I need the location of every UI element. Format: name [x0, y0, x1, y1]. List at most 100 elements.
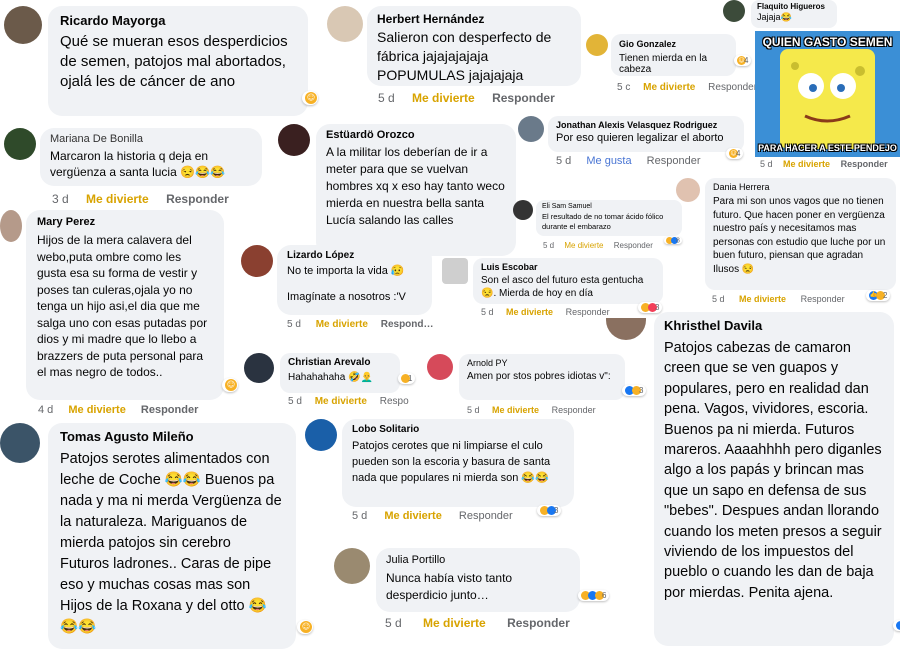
comment-author[interactable]: Mary Perez: [37, 216, 213, 228]
avatar[interactable]: [676, 178, 700, 202]
react-button[interactable]: Me divierte: [643, 82, 695, 93]
reaction-count[interactable]: 3: [537, 505, 562, 517]
avatar[interactable]: [606, 318, 646, 340]
comment-time[interactable]: 5 d: [467, 405, 480, 415]
reply-button[interactable]: Respo: [380, 396, 409, 407]
react-button[interactable]: Me divierte: [783, 159, 830, 169]
reaction-count[interactable]: 8: [664, 237, 682, 245]
reply-button[interactable]: Respond…: [381, 319, 434, 330]
comment-time[interactable]: 5 d: [378, 91, 395, 105]
reaction-count[interactable]: ☺: [302, 91, 318, 105]
react-button[interactable]: Me divierte: [739, 294, 786, 304]
comment-time[interactable]: 5 d: [288, 396, 302, 407]
comment-time[interactable]: 5 d: [760, 159, 773, 169]
avatar[interactable]: [334, 548, 370, 584]
comment-bubble: Estüardö Orozco A la militar los debería…: [316, 124, 516, 256]
haha-icon: ☺: [305, 92, 317, 104]
react-button[interactable]: Me divierte: [384, 510, 441, 522]
comment-author[interactable]: Christian Arevalo: [288, 357, 392, 368]
avatar[interactable]: [586, 34, 608, 56]
reply-button[interactable]: Responder: [552, 405, 596, 415]
comment-author[interactable]: Julia Portillo: [386, 554, 570, 566]
reaction-count[interactable]: ☺: [297, 620, 313, 634]
react-button[interactable]: Me divierte: [423, 616, 486, 630]
reply-button[interactable]: Responder: [841, 159, 888, 169]
comment-time[interactable]: 5 d: [481, 307, 494, 317]
avatar[interactable]: [427, 354, 453, 380]
comment-bubble: Christian Arevalo Hahahahaha 🤣👨‍🦲: [280, 353, 400, 393]
reaction-count[interactable]: ☺: [222, 378, 238, 392]
react-button[interactable]: Me divierte: [86, 192, 149, 206]
reaction-count[interactable]: 3: [622, 385, 647, 397]
reply-button[interactable]: Responder: [647, 155, 701, 167]
avatar[interactable]: [518, 116, 544, 142]
comment-time[interactable]: 4 d: [38, 404, 53, 416]
avatar[interactable]: [513, 200, 533, 220]
reply-button[interactable]: Responder: [801, 294, 845, 304]
avatar[interactable]: [4, 128, 36, 160]
react-button[interactable]: Me divierte: [564, 241, 603, 250]
reaction-count[interactable]: 👍 2: [866, 290, 891, 302]
comment-author[interactable]: Flaquito Higueros: [757, 2, 831, 11]
avatar[interactable]: [723, 0, 745, 22]
comment-time[interactable]: 5 d: [712, 294, 725, 304]
comment-text: El resultado de no tomar ácido fólico du…: [542, 212, 664, 231]
reply-button[interactable]: Responder: [492, 91, 555, 105]
avatar[interactable]: [244, 353, 274, 383]
avatar[interactable]: [278, 124, 310, 156]
comment-author[interactable]: Jonathan Alexis Velasquez Rodriguez: [556, 120, 736, 130]
comment-author[interactable]: Lobo Solitario: [352, 424, 564, 435]
react-button[interactable]: Me divierte: [492, 405, 539, 415]
react-button[interactable]: Me divierte: [315, 396, 367, 407]
reply-button[interactable]: Responder: [166, 192, 229, 206]
reaction-count[interactable]: 3: [638, 302, 663, 314]
reaction-count[interactable]: ☺4: [726, 148, 744, 160]
reply-button[interactable]: Responder: [459, 510, 513, 522]
comment-time[interactable]: 5 d: [287, 319, 301, 330]
reaction-count[interactable]: 1: [398, 373, 416, 385]
like-button[interactable]: Me gusta: [586, 155, 631, 167]
comment-author[interactable]: Gio Gonzalez: [619, 39, 728, 49]
comment-time[interactable]: 5 d: [385, 616, 402, 630]
meme-image[interactable]: QUIEN GASTO SEMEN PARA HACER A ESTE PEND…: [755, 31, 900, 157]
comment-author[interactable]: Lizardo López: [287, 250, 422, 261]
comment-author[interactable]: Tomas Agusto Mileño: [60, 429, 284, 444]
comment-author[interactable]: Estüardö Orozco: [326, 129, 506, 141]
reply-button[interactable]: Responder: [566, 307, 610, 317]
react-button[interactable]: Me divierte: [68, 404, 125, 416]
reply-button[interactable]: Responder: [614, 241, 653, 250]
reply-button[interactable]: Responder: [708, 82, 757, 93]
comment-author[interactable]: Luis Escobar: [481, 262, 655, 272]
avatar[interactable]: [327, 6, 363, 42]
comment-author[interactable]: Ricardo Mayorga: [60, 13, 296, 28]
reply-button[interactable]: Responder: [141, 404, 198, 416]
avatar[interactable]: [241, 245, 273, 277]
reaction-count[interactable]: [893, 620, 900, 632]
comment-time[interactable]: 5 c: [617, 82, 630, 93]
reaction-number: 6: [602, 591, 607, 600]
comment-author[interactable]: Eli Sam Samuel: [542, 203, 676, 210]
comment-author[interactable]: Herbert Hernández: [377, 12, 571, 26]
avatar[interactable]: [0, 210, 22, 242]
comment-time[interactable]: 5 d: [352, 510, 367, 522]
reaction-count[interactable]: 6: [578, 590, 610, 602]
reply-button[interactable]: Responder: [507, 616, 570, 630]
avatar[interactable]: [0, 423, 40, 463]
avatar[interactable]: [305, 419, 337, 451]
react-button[interactable]: Me divierte: [412, 91, 475, 105]
comment-bubble: Mariana De Bonilla Marcaron la historia …: [40, 128, 262, 186]
comment-actions: 4 d Me divierte Responder: [38, 404, 198, 416]
comment-author[interactable]: Arnold PY: [467, 358, 617, 368]
comment-time[interactable]: 3 d: [52, 192, 69, 206]
comment-author[interactable]: Mariana De Bonilla: [50, 133, 252, 145]
reaction-count[interactable]: ☺4: [734, 55, 752, 67]
comment-time[interactable]: 5 d: [543, 241, 554, 250]
reaction-number: 3: [639, 386, 644, 395]
avatar[interactable]: [442, 258, 468, 284]
comment-author[interactable]: Khristhel Davila: [664, 318, 884, 333]
react-button[interactable]: Me divierte: [316, 319, 368, 330]
avatar[interactable]: [4, 6, 42, 44]
comment-time[interactable]: 5 d: [556, 155, 571, 167]
comment-author[interactable]: Dania Herrera: [713, 182, 888, 192]
react-button[interactable]: Me divierte: [506, 307, 553, 317]
